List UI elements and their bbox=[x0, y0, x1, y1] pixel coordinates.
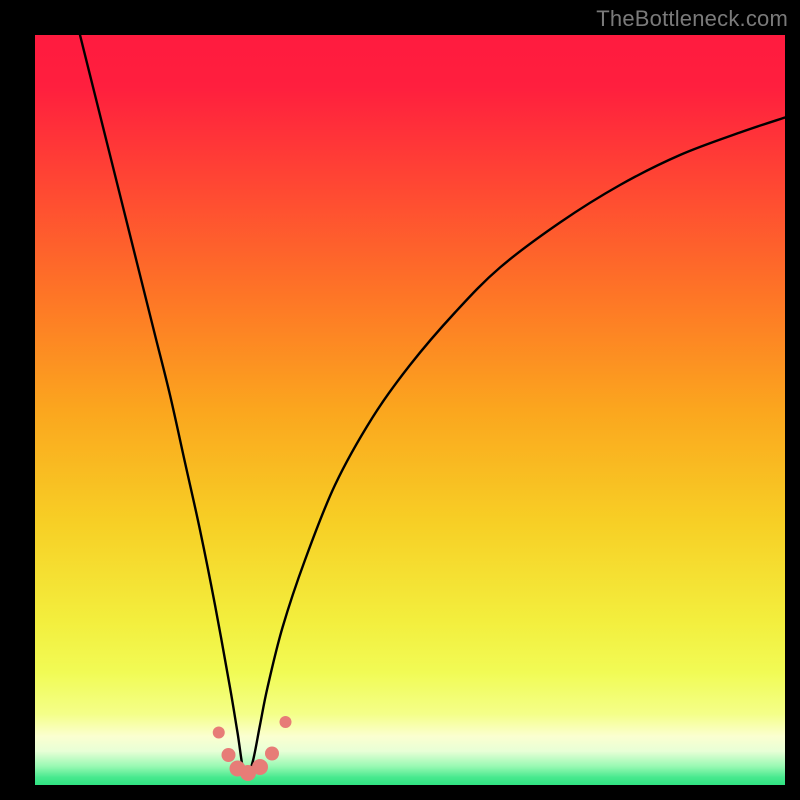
highlight-dot bbox=[265, 747, 279, 761]
plot-area bbox=[35, 35, 785, 785]
chart-frame: TheBottleneck.com bbox=[0, 0, 800, 800]
watermark-text: TheBottleneck.com bbox=[596, 6, 788, 32]
highlight-dot bbox=[213, 727, 225, 739]
highlight-dot bbox=[280, 716, 292, 728]
highlight-dot bbox=[252, 759, 268, 775]
curve-layer bbox=[35, 35, 785, 785]
bottleneck-curve bbox=[80, 35, 785, 779]
highlight-dot bbox=[222, 748, 236, 762]
highlight-dots bbox=[213, 716, 292, 781]
